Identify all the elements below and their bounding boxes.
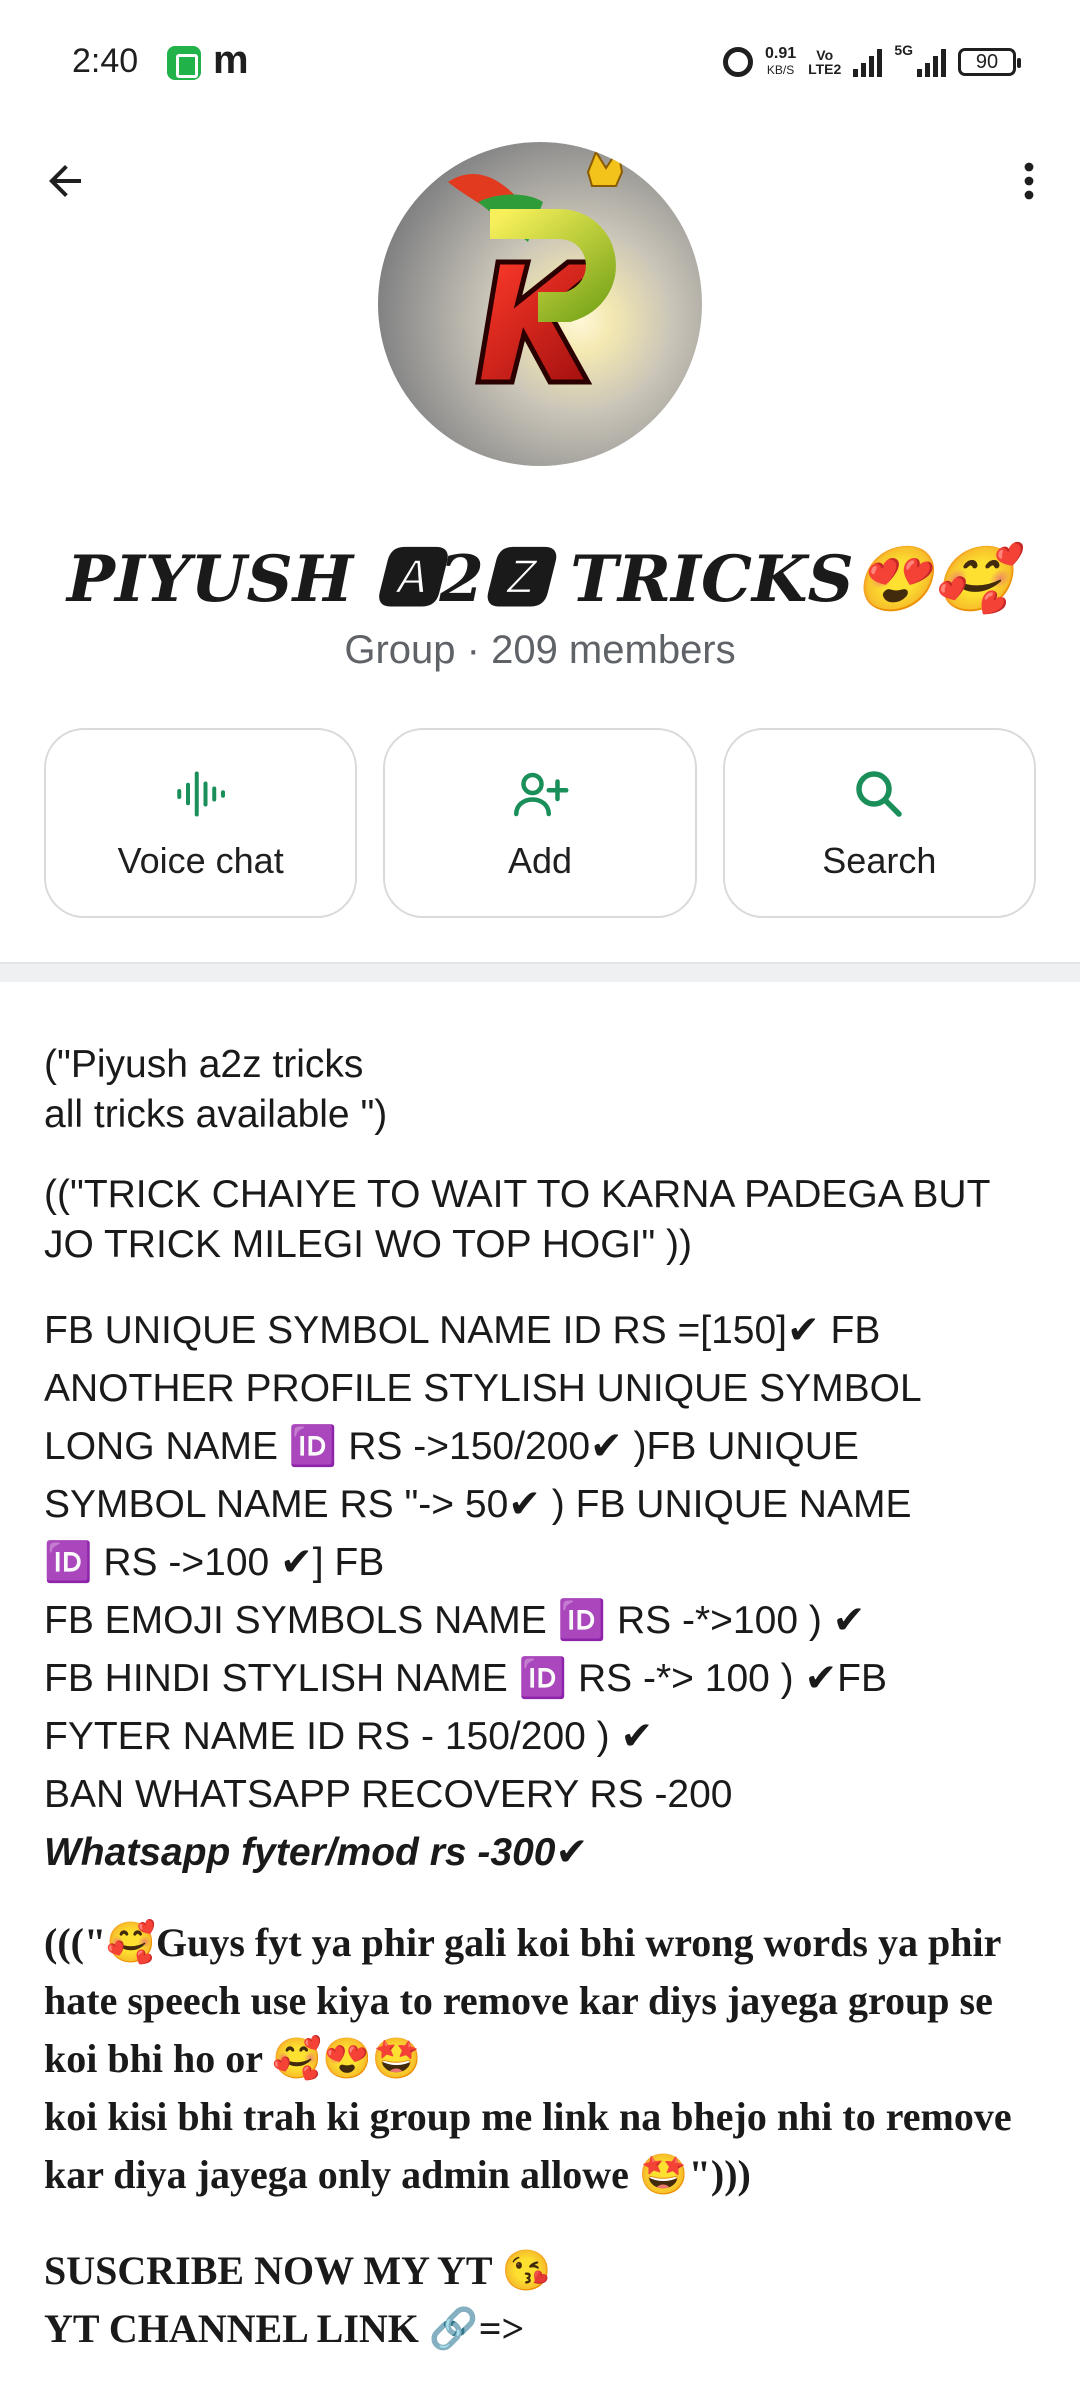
voice-chat-button[interactable]: Voice chat — [44, 728, 358, 918]
description-paragraph: (("TRICK CHAIYE TO WAIT TO KARNA PADEGA … — [44, 1173, 990, 1266]
search-icon — [856, 771, 903, 817]
search-label: Search — [822, 840, 937, 881]
group-name: PIYUSH 🅰2🆉 TRICKS😍🥰 — [66, 542, 1014, 617]
action-buttons: Voice chat Add Search — [44, 728, 1036, 918]
price-line: LONG NAME 🆔 RS ->150/200✔ )FB UNIQUE — [44, 1425, 859, 1468]
voice-chat-icon — [176, 771, 225, 817]
price-line: 🆔 RS ->100 ✔] FB — [44, 1541, 385, 1584]
group-rules: ((("🥰Guys fyt ya phir gali koi bhi wrong… — [44, 1920, 1012, 2197]
network-speed: 0.91 KB/S — [764, 45, 797, 78]
search-button[interactable]: Search — [722, 728, 1036, 918]
back-button[interactable] — [34, 150, 96, 212]
arrow-left-icon — [49, 165, 81, 197]
price-line: FB EMOJI SYMBOLS NAME 🆔 RS -*>100 ) ✔ — [44, 1599, 866, 1642]
dk-logo-image — [448, 147, 624, 385]
voice-chat-label: Voice chat — [117, 840, 284, 881]
add-label: Add — [507, 840, 573, 881]
battery-icon: 90 — [958, 48, 1021, 76]
status-bar: 2:40 m 0.91 KB/S Vo LTE2 5G 90 — [0, 0, 1080, 120]
price-line: SYMBOL NAME RS "-> 50✔ ) FB UNIQUE NAME — [44, 1483, 912, 1526]
description-paragraph: ("Piyush a2z tricks all tricks available… — [44, 1043, 388, 1136]
more-options-button[interactable] — [998, 150, 1060, 212]
status-time: 2:40 — [72, 42, 139, 80]
add-person-icon — [513, 772, 569, 817]
price-line: BAN WHATSAPP RECOVERY RS -200 — [44, 1773, 733, 1816]
subscribe-note: SUSCRIBE NOW MY YT 😘 YT CHANNEL LINK 🔗=> — [44, 2248, 552, 2351]
volte-indicator: Vo LTE2 — [808, 47, 842, 77]
price-line: FB UNIQUE SYMBOL NAME ID RS =[150]✔ FB — [44, 1309, 881, 1352]
group-avatar[interactable] — [378, 142, 702, 466]
signal-icon — [853, 47, 883, 77]
alarm-icon — [722, 47, 753, 77]
group-subtitle: Group · 209 members — [344, 628, 736, 672]
network-type: 5G — [894, 42, 913, 58]
price-line: FYTER NAME ID RS - 150/200 ) ✔ — [44, 1715, 654, 1758]
price-line: FB HINDI STYLISH NAME 🆔 RS -*> 100 ) ✔FB — [44, 1657, 887, 1700]
price-line: ANOTHER PROFILE STYLISH UNIQUE SYMBOL — [44, 1367, 922, 1410]
signal-icon-2 — [917, 47, 946, 77]
section-divider — [0, 962, 1080, 982]
price-line: Whatsapp fyter/mod rs -300✔ — [44, 1831, 589, 1874]
status-indicators: 0.91 KB/S Vo LTE2 5G 90 — [722, 42, 1021, 82]
group-description: ("Piyush a2z tricks all tricks available… — [44, 1040, 1044, 2358]
more-vertical-icon — [1024, 162, 1034, 200]
messenger-notification-icon: m — [213, 38, 249, 82]
add-member-button[interactable]: Add — [383, 728, 697, 918]
price-list: FB UNIQUE SYMBOL NAME ID RS =[150]✔ FB A… — [44, 1302, 1044, 1882]
app-notification-icon — [167, 46, 201, 80]
